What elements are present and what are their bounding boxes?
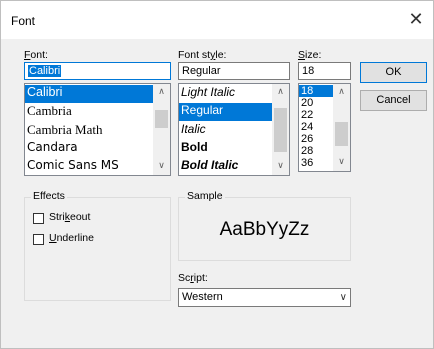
font-item-cambria-math[interactable]: Cambria Math [25,122,153,140]
chevron-up-icon[interactable]: ∧ [153,84,170,101]
font-style-scrollbar[interactable]: ∧ ∨ [272,84,289,175]
size-label: Size: [298,49,322,61]
effects-group [24,197,171,301]
chevron-down-icon[interactable]: ∨ [153,158,170,175]
font-item-comic-sans[interactable]: Comic Sans MS [25,158,153,175]
size-item[interactable]: 24 [299,121,333,133]
script-select[interactable]: Western ∨ [178,288,351,307]
strikeout-checkbox[interactable] [33,213,44,224]
font-label: Font: [24,49,48,61]
style-item-bold-italic[interactable]: Bold Italic [179,158,272,175]
font-scrollbar[interactable]: ∧ ∨ [153,84,170,175]
chevron-up-icon[interactable]: ∧ [272,84,289,101]
window-title: Font [11,14,36,28]
style-item-regular[interactable]: Regular [179,103,272,121]
ok-button[interactable]: OK [360,62,427,83]
font-style-label: Font style: [178,49,227,61]
font-item-cambria[interactable]: Cambria [25,103,153,121]
size-listbox[interactable]: 18 20 22 24 26 28 36 ∧ ∨ [298,83,351,172]
font-style-input[interactable]: Regular [178,62,290,80]
close-icon[interactable]: ✕ [399,1,433,39]
font-dialog: Font ✕ Font: Calibri Calibri Cambria Cam… [0,0,434,349]
underline-checkbox[interactable] [33,234,44,245]
chevron-up-icon[interactable]: ∧ [333,84,350,101]
font-item-calibri[interactable]: Calibri [25,85,153,103]
chevron-down-icon[interactable]: ∨ [272,158,289,175]
size-item[interactable]: 20 [299,97,333,109]
size-item[interactable]: 28 [299,145,333,157]
size-input[interactable]: 18 [298,62,351,80]
font-style-listbox[interactable]: Light Italic Regular Italic Bold Bold It… [178,83,290,176]
chevron-down-icon[interactable]: ∨ [333,154,350,171]
style-item-light-italic[interactable]: Light Italic [179,85,272,103]
strikeout-label[interactable]: Strikeout [49,211,90,223]
script-label: Script: [178,272,208,284]
font-name-input[interactable]: Calibri [24,62,171,80]
style-item-bold[interactable]: Bold [179,140,272,158]
font-listbox[interactable]: Calibri Cambria Cambria Math Candara Com… [24,83,171,176]
underline-label[interactable]: Underline [49,232,94,244]
font-style-scroll-thumb[interactable] [274,108,287,152]
size-item[interactable]: 22 [299,109,333,121]
size-item[interactable]: 18 [299,85,333,97]
effects-group-title: Effects [31,190,67,202]
title-bar: Font ✕ [1,1,433,39]
size-scroll-thumb[interactable] [335,122,348,146]
size-item[interactable]: 26 [299,133,333,145]
font-item-candara[interactable]: Candara [25,140,153,158]
sample-preview-text: AaBbYyZz [219,219,310,240]
sample-group-title: Sample [185,190,225,202]
chevron-down-icon[interactable]: ∨ [340,289,347,306]
size-scrollbar[interactable]: ∧ ∨ [333,84,350,171]
font-scroll-thumb[interactable] [155,110,168,128]
style-item-italic[interactable]: Italic [179,122,272,140]
script-select-value: Western [182,291,223,303]
cancel-button[interactable]: Cancel [360,90,427,111]
size-item[interactable]: 36 [299,157,333,169]
